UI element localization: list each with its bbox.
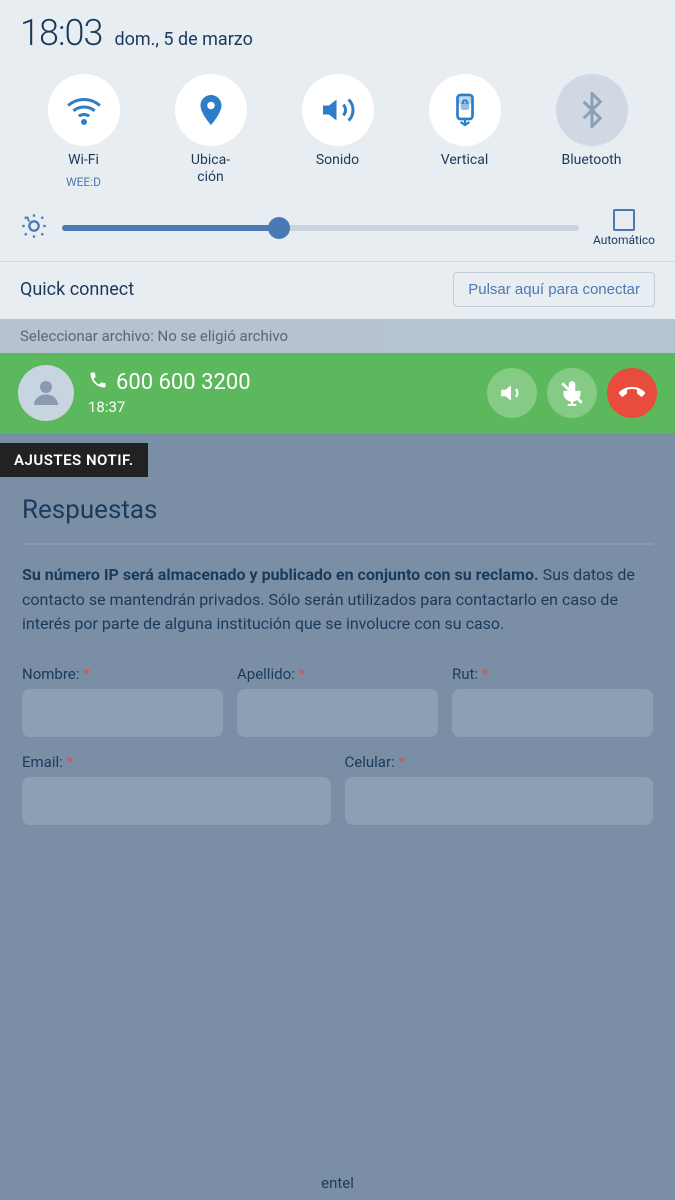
celular-required: *: [398, 753, 404, 771]
nombre-input[interactable]: [22, 689, 223, 737]
qs-sound[interactable]: Sonido: [302, 74, 374, 169]
notif-settings-badge[interactable]: AJUSTES NOTIF.: [0, 443, 148, 477]
info-paragraph: Su número IP será almacenado y publicado…: [22, 563, 653, 637]
section-title: Respuestas: [22, 495, 653, 525]
qs-wifi[interactable]: Wi-Fi WEE:D: [48, 74, 120, 189]
call-number-text: 600 600 3200: [116, 370, 251, 395]
quick-connect-label: Quick connect: [20, 279, 134, 300]
celular-label: Celular: *: [345, 753, 654, 771]
call-phone-icon: [88, 370, 108, 396]
call-bar: 600 600 3200 18:37: [0, 353, 675, 433]
apellido-required: *: [299, 665, 305, 683]
form-group-rut: Rut: *: [452, 665, 653, 737]
brightness-row: Automático: [0, 203, 675, 261]
auto-label: Automático: [593, 233, 655, 247]
qs-vertical-label: Vertical: [441, 152, 488, 169]
form-group-apellido: Apellido: *: [237, 665, 438, 737]
end-call-button[interactable]: [607, 368, 657, 418]
main-content: Respuestas Su número IP será almacenado …: [0, 477, 675, 863]
brightness-icon: [20, 212, 48, 244]
form-row-1: Nombre: * Apellido: * Rut: *: [22, 665, 653, 737]
qs-sound-label: Sonido: [316, 152, 359, 169]
nombre-label: Nombre: *: [22, 665, 223, 683]
quick-connect-bar: Quick connect Pulsar aquí para conectar: [0, 261, 675, 319]
quick-settings-panel: Wi-Fi WEE:D Ubica-ción Sonido: [0, 64, 675, 203]
qs-vertical[interactable]: Vertical: [429, 74, 501, 169]
rut-label: Rut: *: [452, 665, 653, 683]
email-required: *: [67, 753, 73, 771]
qs-location[interactable]: Ubica-ción: [175, 74, 247, 186]
email-input[interactable]: [22, 777, 331, 825]
carrier-bar: entel: [0, 1167, 675, 1200]
form-group-email: Email: *: [22, 753, 331, 825]
call-number-row: 600 600 3200: [88, 370, 473, 396]
form-row-2: Email: * Celular: *: [22, 753, 653, 825]
qs-bluetooth-label: Bluetooth: [562, 152, 622, 169]
apellido-label: Apellido: *: [237, 665, 438, 683]
form-group-nombre: Nombre: *: [22, 665, 223, 737]
brightness-slider[interactable]: [62, 225, 579, 231]
status-bar: 18:03 dom., 5 de marzo: [0, 0, 675, 64]
qs-location-label: Ubica-ción: [191, 152, 230, 186]
status-time: 18:03: [20, 12, 102, 54]
celular-input[interactable]: [345, 777, 654, 825]
mute-button[interactable]: [547, 368, 597, 418]
status-date: dom., 5 de marzo: [114, 29, 252, 50]
nombre-required: *: [83, 665, 89, 683]
section-divider: [22, 543, 653, 545]
call-info: 600 600 3200 18:37: [88, 370, 473, 416]
call-time: 18:37: [88, 398, 473, 416]
qs-bluetooth[interactable]: Bluetooth: [556, 74, 628, 169]
email-label: Email: *: [22, 753, 331, 771]
quick-connect-button[interactable]: Pulsar aquí para conectar: [453, 272, 655, 307]
apellido-input[interactable]: [237, 689, 438, 737]
rut-required: *: [482, 665, 488, 683]
carrier-name: entel: [321, 1174, 354, 1192]
form-group-celular: Celular: *: [345, 753, 654, 825]
caller-avatar: [18, 365, 74, 421]
partial-file-text: Seleccionar archivo: No se eligió archiv…: [0, 319, 675, 353]
call-actions: [487, 368, 657, 418]
rut-input[interactable]: [452, 689, 653, 737]
qs-wifi-label: Wi-Fi: [68, 152, 99, 169]
speaker-button[interactable]: [487, 368, 537, 418]
qs-wifi-sublabel: WEE:D: [66, 175, 101, 189]
auto-brightness-toggle[interactable]: Automático: [593, 209, 655, 247]
info-strong: Su número IP será almacenado y publicado…: [22, 565, 539, 584]
